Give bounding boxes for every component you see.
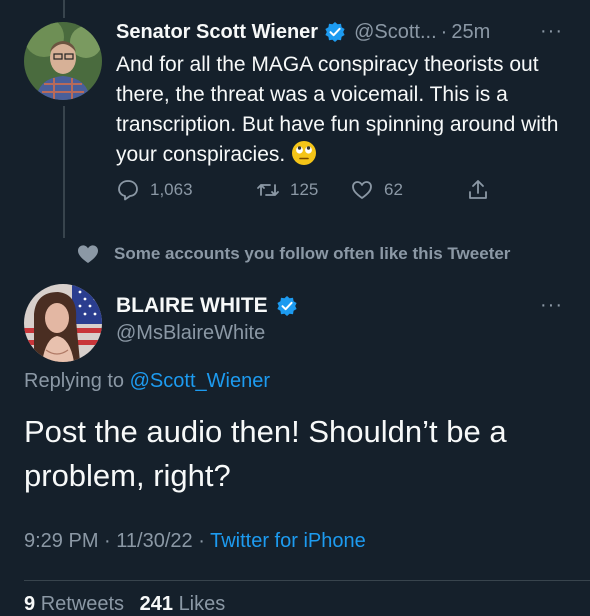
tweet2-author-row: BLAIRE WHITE xyxy=(116,294,298,318)
likes-stat[interactable]: 241 Likes xyxy=(140,593,226,615)
avatar-blaire-white[interactable] xyxy=(24,284,102,362)
timestamp[interactable]: 25m xyxy=(451,21,490,44)
more-options-icon[interactable]: ··· xyxy=(540,294,563,317)
thread-line-top xyxy=(63,0,65,18)
verified-badge-icon xyxy=(276,295,298,317)
like-count: 62 xyxy=(384,180,403,199)
meta-dot: · xyxy=(104,530,111,552)
tweet-source-link[interactable]: Twitter for iPhone xyxy=(210,530,366,552)
divider xyxy=(24,580,590,581)
thread-line-bottom xyxy=(63,106,65,238)
avatar-scott-wiener[interactable] xyxy=(24,22,102,100)
separator-dot: · xyxy=(440,20,448,43)
reply-icon xyxy=(118,180,138,201)
share-button[interactable] xyxy=(466,176,500,204)
author-name[interactable]: Senator Scott Wiener xyxy=(116,21,318,44)
retweet-button[interactable]: 125 xyxy=(256,176,318,204)
tweet-time[interactable]: 9:29 PM xyxy=(24,530,98,552)
tweet1-header: Senator Scott Wiener @Scott... · 25m xyxy=(116,18,490,46)
retweet-count: 125 xyxy=(290,180,319,199)
likes-count: 241 xyxy=(139,593,173,615)
verified-badge-icon xyxy=(324,21,346,43)
retweets-stat[interactable]: 9 Retweets xyxy=(24,593,124,615)
social-context: Some accounts you follow often like this… xyxy=(76,242,510,266)
retweets-count: 9 xyxy=(24,593,36,615)
eye-roll-emoji-icon xyxy=(291,140,317,166)
author-handle[interactable]: @MsBlaireWhite xyxy=(116,322,265,345)
tweet2-stats: 9 Retweets 241 Likes xyxy=(24,593,225,616)
retweet-icon xyxy=(257,184,279,196)
likes-label: Likes xyxy=(178,593,226,615)
tweet-date[interactable]: 11/30/22 xyxy=(116,530,192,552)
author-handle[interactable]: @Scott... xyxy=(354,21,437,44)
replying-to-link[interactable]: @Scott_Wiener xyxy=(130,370,270,392)
share-icon xyxy=(469,180,487,199)
tweet2-text: Post the audio then! Shouldn’t be a prob… xyxy=(24,414,507,493)
heart-icon xyxy=(78,245,98,263)
tweet1-body: And for all the MAGA conspiracy theorist… xyxy=(116,50,576,170)
replying-to: Replying to @Scott_Wiener xyxy=(24,370,270,393)
tweet1-text: And for all the MAGA conspiracy theorist… xyxy=(116,53,559,166)
retweets-label: Retweets xyxy=(40,593,125,615)
reply-button[interactable]: 1,063 xyxy=(116,176,193,204)
like-button[interactable]: 62 xyxy=(350,176,403,204)
tweet2-meta: 9:29 PM · 11/30/22 · Twitter for iPhone xyxy=(24,530,366,553)
tweet1-actions: 1,063 125 62 xyxy=(116,176,496,204)
meta-dot: · xyxy=(198,530,205,552)
more-options-icon[interactable]: ··· xyxy=(540,20,563,43)
heart-outline-icon xyxy=(352,181,372,199)
reply-count: 1,063 xyxy=(150,180,193,199)
replying-prefix: Replying to xyxy=(24,370,125,392)
social-context-text: Some accounts you follow often like this… xyxy=(114,244,511,263)
author-name[interactable]: BLAIRE WHITE xyxy=(116,294,268,318)
